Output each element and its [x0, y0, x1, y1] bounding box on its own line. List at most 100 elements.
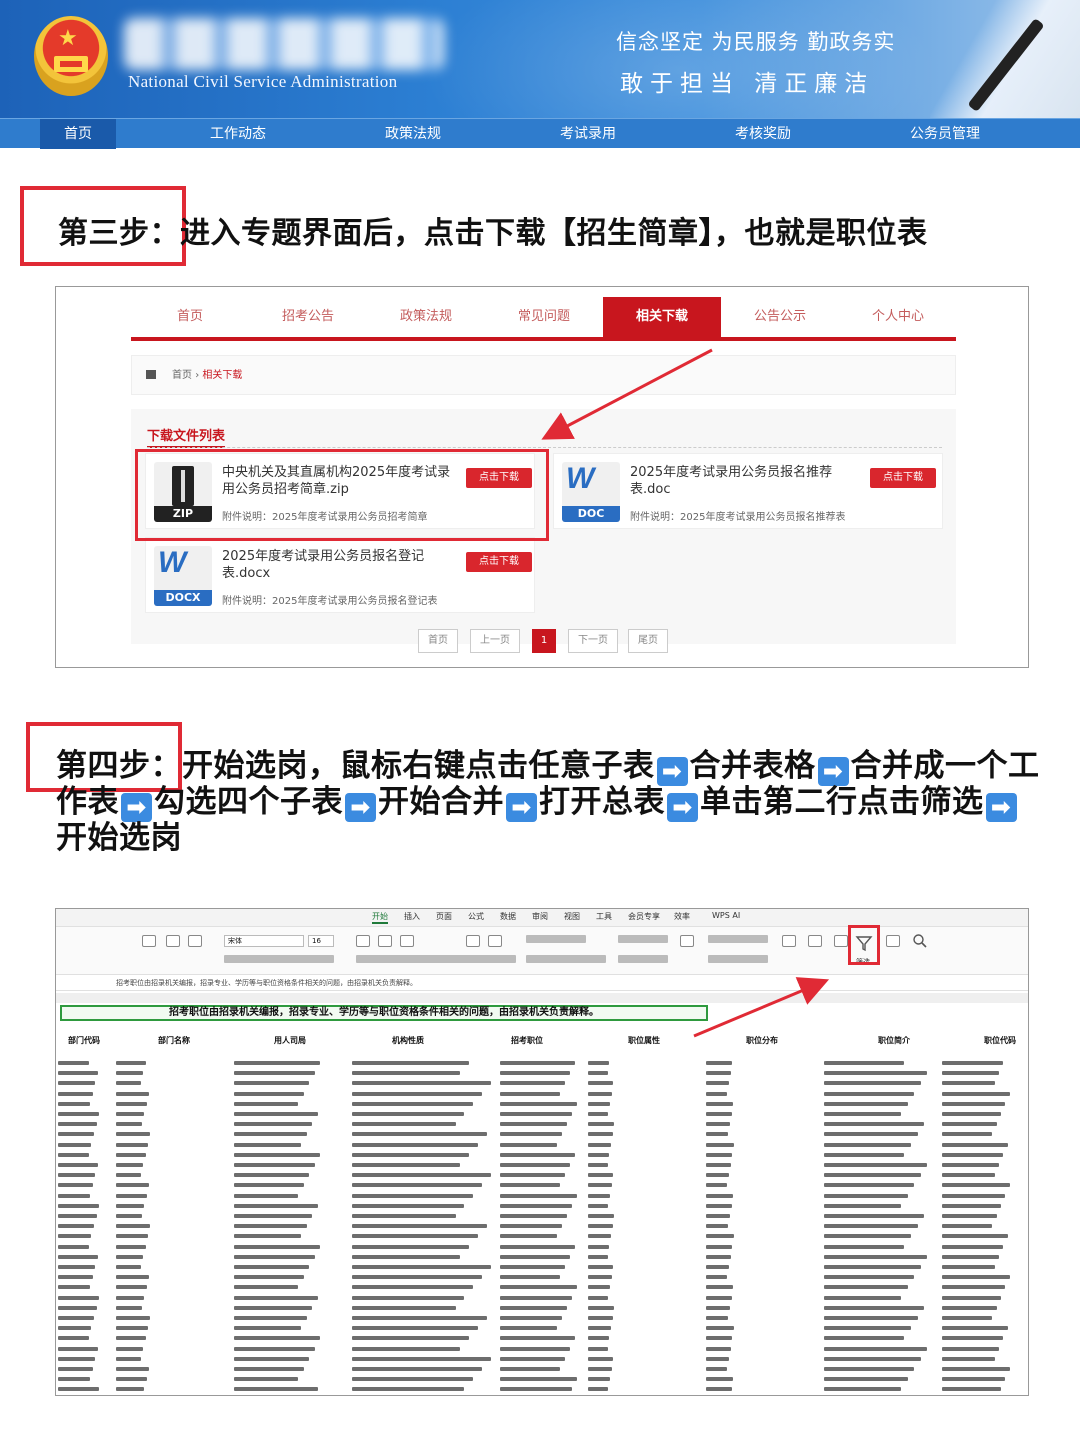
table-cell[interactable]: [234, 1152, 320, 1157]
table-cell[interactable]: [942, 1112, 1001, 1116]
table-cell[interactable]: [500, 1071, 570, 1076]
table-cell[interactable]: [58, 1112, 99, 1116]
cell-style-button[interactable]: [708, 955, 768, 963]
table-cell[interactable]: [942, 1183, 1010, 1188]
merge-cells-icon[interactable]: [488, 935, 502, 947]
table-cell[interactable]: [942, 1285, 1005, 1290]
cut-icon[interactable]: [188, 935, 202, 947]
paste-icon[interactable]: [142, 935, 156, 947]
table-cell[interactable]: [58, 1387, 99, 1392]
table-cell[interactable]: [500, 1275, 560, 1280]
table-cell[interactable]: [588, 1285, 610, 1290]
download-button[interactable]: 点击下载: [466, 552, 532, 572]
table-cell[interactable]: [824, 1152, 904, 1157]
search-icon[interactable]: [912, 933, 928, 949]
table-cell[interactable]: [588, 1071, 608, 1076]
table-cell[interactable]: [942, 1275, 1010, 1280]
table-cell[interactable]: [58, 1224, 94, 1229]
header-dept-code[interactable]: 部门代码: [68, 1035, 100, 1046]
table-cell[interactable]: [500, 1377, 577, 1382]
menu-member[interactable]: 会员专享: [628, 911, 660, 922]
table-cell[interactable]: [116, 1122, 142, 1127]
table-cell[interactable]: [352, 1152, 469, 1157]
table-cell[interactable]: [942, 1377, 1005, 1382]
table-cell[interactable]: [352, 1112, 464, 1116]
table-cell[interactable]: [234, 1265, 309, 1269]
table-cell[interactable]: [588, 1265, 613, 1269]
align-icon[interactable]: [356, 935, 370, 947]
table-cell[interactable]: [942, 1101, 1005, 1106]
table-cell[interactable]: [352, 1316, 487, 1320]
table-cell[interactable]: [942, 1295, 1001, 1300]
table-cell[interactable]: [234, 1193, 298, 1198]
table-cell[interactable]: [58, 1305, 97, 1310]
table-cell[interactable]: [706, 1265, 729, 1269]
table-cell[interactable]: [58, 1132, 94, 1137]
table-cell[interactable]: [588, 1224, 613, 1229]
table-cell[interactable]: [58, 1254, 98, 1259]
table-cell[interactable]: [234, 1173, 309, 1178]
table-cell[interactable]: [706, 1336, 732, 1341]
table-cell[interactable]: [58, 1183, 93, 1188]
menu-wps-ai[interactable]: WPS AI: [712, 911, 740, 920]
table-cell[interactable]: [116, 1316, 150, 1320]
table-cell[interactable]: [116, 1173, 141, 1178]
table-cell[interactable]: [234, 1377, 298, 1382]
page-number[interactable]: 1: [532, 629, 556, 653]
table-cell[interactable]: [588, 1387, 608, 1392]
table-cell[interactable]: [500, 1183, 560, 1188]
table-cell[interactable]: [116, 1244, 146, 1249]
table-cell[interactable]: [234, 1112, 318, 1116]
table-cell[interactable]: [500, 1122, 567, 1127]
table-cell[interactable]: [500, 1326, 557, 1331]
table-cell[interactable]: [706, 1367, 727, 1371]
table-cell[interactable]: [500, 1214, 567, 1218]
table-cell[interactable]: [116, 1091, 149, 1096]
table-cell[interactable]: [942, 1254, 999, 1259]
table-cell[interactable]: [706, 1173, 729, 1178]
table-cell[interactable]: [352, 1101, 473, 1106]
table-cell[interactable]: [706, 1101, 733, 1106]
table-cell[interactable]: [706, 1285, 733, 1290]
table-cell[interactable]: [824, 1203, 901, 1208]
table-cell[interactable]: [116, 1387, 144, 1392]
table-cell[interactable]: [942, 1387, 1001, 1392]
table-cell[interactable]: [58, 1244, 89, 1249]
table-cell[interactable]: [942, 1305, 997, 1310]
table-cell[interactable]: [500, 1091, 560, 1096]
table-cell[interactable]: [706, 1305, 730, 1310]
table-cell[interactable]: [942, 1224, 992, 1229]
table-cell[interactable]: [352, 1336, 469, 1341]
menu-efficiency[interactable]: 效率: [674, 911, 690, 922]
table-cell[interactable]: [500, 1193, 577, 1198]
table-cell[interactable]: [706, 1183, 727, 1188]
table-cell[interactable]: [234, 1356, 309, 1361]
table-cell[interactable]: [352, 1142, 478, 1147]
table-cell[interactable]: [588, 1193, 610, 1198]
table-cell[interactable]: [116, 1193, 147, 1198]
table-cell[interactable]: [352, 1163, 460, 1167]
table-cell[interactable]: [234, 1367, 304, 1371]
table-cell[interactable]: [500, 1285, 577, 1290]
table-cell[interactable]: [500, 1295, 572, 1300]
table-cell[interactable]: [942, 1265, 995, 1269]
table-cell[interactable]: [352, 1173, 491, 1178]
table-cell[interactable]: [58, 1173, 95, 1178]
table-cell[interactable]: [824, 1163, 927, 1167]
table-cell[interactable]: [116, 1224, 150, 1229]
table-cell[interactable]: [234, 1387, 318, 1392]
table-cell[interactable]: [352, 1224, 487, 1229]
menu-home[interactable]: 开始: [372, 911, 388, 924]
tab-announcements[interactable]: 招考公告: [249, 297, 367, 337]
worksheet-button[interactable]: [618, 955, 668, 963]
table-cell[interactable]: [824, 1254, 927, 1259]
menu-insert[interactable]: 插入: [404, 911, 420, 922]
page-next[interactable]: 下一页: [568, 629, 618, 653]
tab-downloads[interactable]: 相关下载: [603, 297, 721, 337]
table-cell[interactable]: [352, 1295, 464, 1300]
table-cell[interactable]: [588, 1244, 609, 1249]
table-cell[interactable]: [352, 1367, 482, 1371]
table-cell[interactable]: [500, 1254, 570, 1259]
table-cell[interactable]: [352, 1244, 469, 1249]
table-cell[interactable]: [58, 1193, 90, 1198]
